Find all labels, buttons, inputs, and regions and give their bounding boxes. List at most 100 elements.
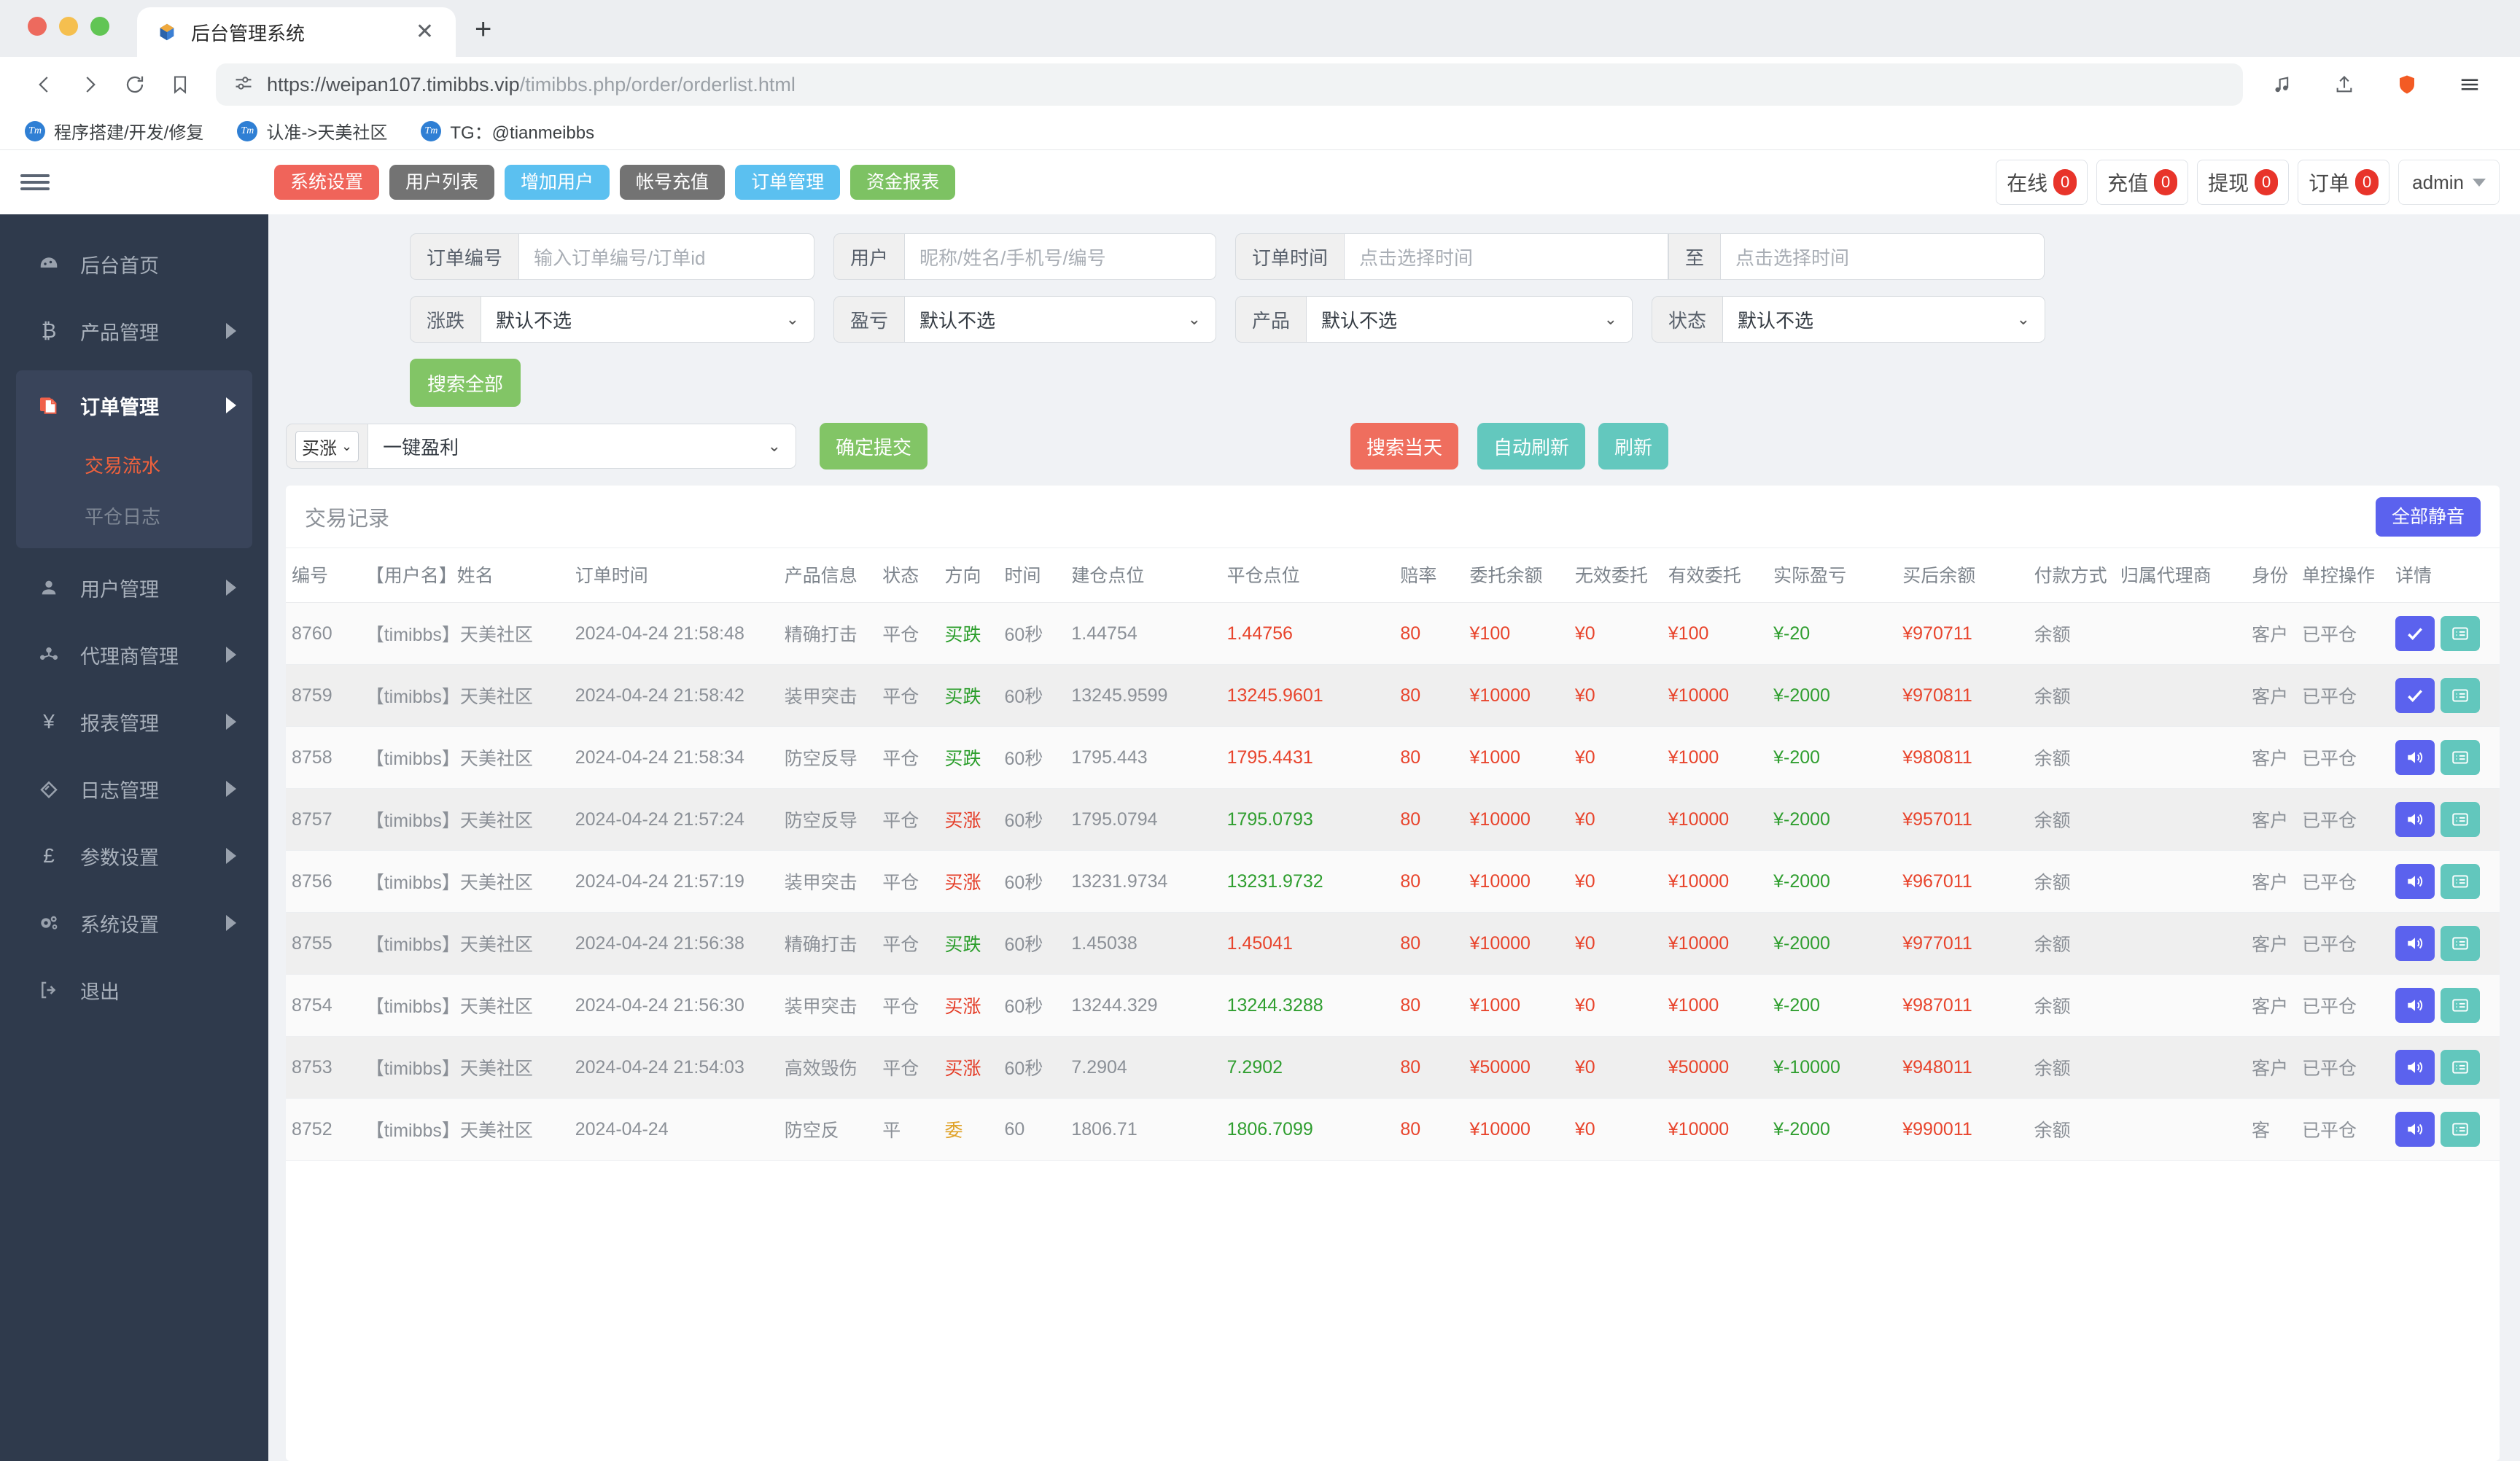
close-window-button[interactable] — [28, 17, 47, 36]
auto-refresh-button[interactable]: 自动刷新 — [1477, 423, 1586, 470]
music-icon[interactable] — [2259, 62, 2304, 107]
table-row[interactable]: 8758 【timibbs】天美社区 2024-04-24 21:58:34 防空反导… — [286, 726, 2500, 789]
bookmark-item-0[interactable]: Tm 程序搭建/开发/修复 — [25, 118, 203, 144]
header-nav-button-3[interactable]: 帐号充值 — [620, 165, 726, 200]
brave-shield-icon[interactable] — [2384, 62, 2430, 107]
sidebar-subitem-close-log[interactable]: 平仓日志 — [16, 490, 252, 541]
header-nav-button-2[interactable]: 增加用户 — [505, 165, 610, 200]
header-nav-button-5[interactable]: 资金报表 — [850, 165, 956, 200]
address-bar[interactable]: https://weipan107.timibbs.vip/timibbs.ph… — [216, 63, 2243, 106]
bookmark-item-1[interactable]: Tm 认准->天美社区 — [237, 118, 387, 144]
stat-withdraw[interactable]: 提现 0 — [2197, 160, 2290, 205]
table-row[interactable]: 8753 【timibbs】天美社区 2024-04-24 21:54:03 高效毁伤… — [286, 1036, 2500, 1099]
maximize-window-button[interactable] — [90, 17, 109, 36]
product-select[interactable]: 默认不选 ⌄ — [1306, 296, 1633, 343]
detail-list-icon[interactable] — [2440, 1050, 2480, 1085]
check-icon[interactable] — [2395, 678, 2435, 713]
order-no-input[interactable]: 输入订单编号/订单id — [518, 233, 814, 280]
table-row[interactable]: 8755 【timibbs】天美社区 2024-04-24 21:56:38 精确打击… — [286, 912, 2500, 975]
header-nav-button-4[interactable]: 订单管理 — [735, 165, 841, 200]
check-icon[interactable] — [2395, 616, 2435, 651]
cell-duration: 60秒 — [998, 788, 1066, 851]
cell-odds: 80 — [1394, 974, 1464, 1037]
cell-open-price: 13231.9734 — [1065, 850, 1221, 913]
detail-list-icon[interactable] — [2440, 740, 2480, 775]
detail-list-icon[interactable] — [2440, 802, 2480, 837]
sidebar-toggle-icon[interactable] — [0, 171, 70, 194]
refresh-button[interactable]: 刷新 — [1598, 423, 1669, 470]
direction-select[interactable]: 买涨 ⌄ — [295, 430, 359, 462]
sidebar-subitem-transactions[interactable]: 交易流水 — [16, 439, 252, 490]
table-row[interactable]: 8759 【timibbs】天美社区 2024-04-24 21:58:42 装甲突击… — [286, 664, 2500, 727]
detail-list-icon[interactable] — [2440, 678, 2480, 713]
sidebar-item-users[interactable]: 用户管理 — [0, 554, 268, 621]
speaker-icon[interactable] — [2395, 1050, 2435, 1085]
table-row[interactable]: 8760 【timibbs】天美社区 2024-04-24 21:58:48 精确打击… — [286, 602, 2500, 665]
stat-online[interactable]: 在线 0 — [1996, 160, 2088, 205]
user-input[interactable]: 昵称/姓名/手机号/编号 — [904, 233, 1216, 280]
browser-tab[interactable]: 后台管理系统 ✕ — [137, 7, 456, 57]
sidebar-item-logs[interactable]: 日志管理 — [0, 755, 268, 822]
new-tab-icon[interactable]: + — [475, 15, 491, 57]
cell-odds: 80 — [1394, 912, 1464, 975]
agent-icon — [36, 644, 61, 666]
search-all-button[interactable]: 搜索全部 — [410, 359, 521, 407]
cell-open-price: 13244.329 — [1065, 974, 1221, 1037]
search-today-button[interactable]: 搜索当天 — [1350, 423, 1459, 470]
stat-orders[interactable]: 订单 0 — [2298, 160, 2390, 205]
stat-recharge[interactable]: 充值 0 — [2096, 160, 2189, 205]
bulk-controls: 买涨 ⌄ 一键盈利 ⌄ — [286, 424, 796, 469]
menu-icon[interactable] — [2447, 62, 2492, 107]
close-tab-icon[interactable]: ✕ — [411, 21, 438, 43]
table-header-cell-6: 时间 — [998, 548, 1066, 603]
cell-detail — [2389, 850, 2500, 913]
sidebar-item-system-settings[interactable]: 系统设置 — [0, 889, 268, 957]
detail-list-icon[interactable] — [2440, 616, 2480, 651]
sidebar-item-agents[interactable]: 代理商管理 — [0, 621, 268, 688]
sidebar-item-reports[interactable]: ¥ 报表管理 — [0, 688, 268, 755]
cell-open-price: 1795.443 — [1065, 726, 1221, 789]
share-icon[interactable] — [2322, 62, 2367, 107]
speaker-icon[interactable] — [2395, 802, 2435, 837]
status-select[interactable]: 默认不选 ⌄ — [1722, 296, 2045, 343]
sidebar-item-home[interactable]: 后台首页 — [0, 230, 268, 297]
speaker-icon[interactable] — [2395, 1112, 2435, 1147]
speaker-icon[interactable] — [2395, 988, 2435, 1023]
speaker-icon[interactable] — [2395, 740, 2435, 775]
bookmark-item-2[interactable]: Tm TG：@tianmeibbs — [421, 118, 594, 144]
time-end-input[interactable]: 点击选择时间 — [1720, 233, 2045, 280]
sidebar-item-products[interactable]: ₿ 产品管理 — [0, 297, 268, 365]
cell-invalid-entrust: ¥0 — [1568, 912, 1662, 975]
header-nav-button-1[interactable]: 用户列表 — [389, 165, 495, 200]
table-scroll-area[interactable]: 编号 【用户名】姓名 订单时间 产品信息 状态 方向 时间 建仓点位 平仓点位 赔率 委托余额 无效委… — [286, 548, 2500, 1461]
table-row[interactable]: 8752 【timibbs】天美社区 2024-04-24 防空反平委 60 1806.7… — [286, 1098, 2500, 1161]
cell-payment-method: 余额 — [2028, 974, 2115, 1037]
table-row[interactable]: 8757 【timibbs】天美社区 2024-04-24 21:57:24 防空反导… — [286, 788, 2500, 851]
reload-icon[interactable] — [112, 62, 158, 107]
speaker-icon[interactable] — [2395, 864, 2435, 899]
detail-list-icon[interactable] — [2440, 864, 2480, 899]
user-menu[interactable]: admin — [2398, 160, 2500, 205]
speaker-icon[interactable] — [2395, 926, 2435, 961]
forward-icon[interactable] — [67, 62, 112, 107]
bookmark-icon[interactable] — [158, 62, 203, 107]
header-nav-button-0[interactable]: 系统设置 — [274, 165, 380, 200]
confirm-submit-button[interactable]: 确定提交 — [820, 423, 928, 470]
table-row[interactable]: 8754 【timibbs】天美社区 2024-04-24 21:56:30 装甲突击… — [286, 974, 2500, 1037]
pl-select[interactable]: 默认不选 ⌄ — [904, 296, 1216, 343]
minimize-window-button[interactable] — [59, 17, 78, 36]
table-header-cell-7: 建仓点位 — [1065, 548, 1221, 603]
sidebar-item-parameters[interactable]: £ 参数设置 — [0, 822, 268, 889]
table-row[interactable]: 8756 【timibbs】天美社区 2024-04-24 21:57:19 装甲突击… — [286, 850, 2500, 913]
bulk-action-select[interactable]: 一键盈利 ⌄ — [368, 424, 796, 469]
updown-select[interactable]: 默认不选 ⌄ — [481, 296, 814, 343]
detail-list-icon[interactable] — [2440, 926, 2480, 961]
sidebar-item-logout[interactable]: 退出 — [0, 957, 268, 1024]
detail-list-icon[interactable] — [2440, 1112, 2480, 1147]
mute-all-button[interactable]: 全部静音 — [2375, 496, 2481, 537]
back-icon[interactable] — [22, 62, 67, 107]
site-settings-icon[interactable] — [233, 73, 254, 97]
detail-list-icon[interactable] — [2440, 988, 2480, 1023]
sidebar-item-order-management[interactable]: 订单管理 — [16, 372, 252, 439]
time-start-input[interactable]: 点击选择时间 — [1344, 233, 1668, 280]
